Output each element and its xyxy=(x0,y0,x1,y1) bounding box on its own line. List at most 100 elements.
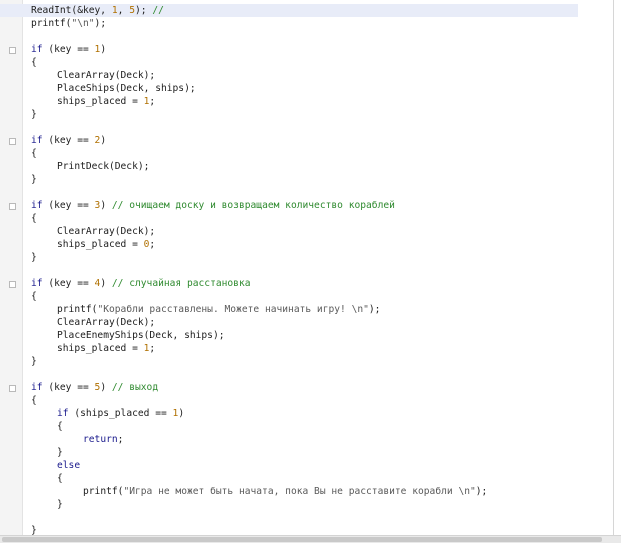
code-lines[interactable]: ReadInt(&key, 1, 5); //printf("\n"); if (… xyxy=(0,4,578,537)
code-line-content: ReadInt(&key, 1, 5); // xyxy=(31,4,164,17)
code-token: ); xyxy=(368,304,381,315)
code-line[interactable]: else xyxy=(0,459,578,472)
code-line[interactable]: { xyxy=(0,56,578,69)
code-token: (key == xyxy=(42,278,95,289)
code-line[interactable]: PrintDeck(Deck); xyxy=(0,160,578,173)
code-token: // случайная расстановка xyxy=(111,278,251,289)
code-line-content: if (ships_placed == 1) xyxy=(31,407,184,420)
code-line[interactable] xyxy=(0,121,578,134)
code-token: } xyxy=(57,447,63,458)
code-line[interactable] xyxy=(0,368,578,381)
code-token: { xyxy=(31,57,37,68)
code-token: if xyxy=(31,382,43,393)
code-line[interactable]: if (key == 1) xyxy=(0,43,578,56)
code-token: (key == xyxy=(42,382,95,393)
code-line[interactable] xyxy=(0,511,578,524)
code-line-content: if (key == 3) // очищаем доску и возвращ… xyxy=(31,199,395,212)
code-line[interactable] xyxy=(0,186,578,199)
code-line-content: PlaceShips(Deck, ships); xyxy=(31,82,196,95)
code-token: (key == xyxy=(42,200,95,211)
code-line-content: if (key == 2) xyxy=(31,134,106,147)
code-line-content: if (key == 5) // выход xyxy=(31,381,158,394)
code-line[interactable]: PlaceEnemyShips(Deck, ships); xyxy=(0,329,578,342)
code-line-content: } xyxy=(31,446,63,459)
code-line[interactable]: ClearArray(Deck); xyxy=(0,225,578,238)
code-token: "Корабли расставлены. Можете начинать иг… xyxy=(97,304,369,315)
code-token: if xyxy=(31,200,43,211)
code-line[interactable]: { xyxy=(0,394,578,407)
code-line-content: { xyxy=(31,212,37,225)
code-line-content: ships_placed = 1; xyxy=(31,95,155,108)
code-line[interactable]: { xyxy=(0,147,578,160)
code-line-content: ships_placed = 0; xyxy=(31,238,155,251)
code-token: ) xyxy=(100,200,112,211)
code-line[interactable]: } xyxy=(0,355,578,368)
fold-marker-icon[interactable] xyxy=(9,203,16,210)
code-token: { xyxy=(57,473,63,484)
fold-marker-icon[interactable] xyxy=(9,281,16,288)
code-line-content: printf("Игра не может быть начата, пока … xyxy=(31,485,487,498)
code-line[interactable]: } xyxy=(0,498,578,511)
code-line-content: } xyxy=(31,498,63,511)
code-line-content: PrintDeck(Deck); xyxy=(31,160,149,173)
code-token: if xyxy=(57,408,69,419)
code-token: } xyxy=(31,252,37,263)
code-line[interactable]: } xyxy=(0,173,578,186)
code-token: , xyxy=(117,5,130,16)
code-line-content: { xyxy=(31,394,37,407)
code-line-content: } xyxy=(31,108,37,121)
code-line-content: printf("\n"); xyxy=(31,17,106,30)
code-line[interactable] xyxy=(0,30,578,43)
code-line-content: ClearArray(Deck); xyxy=(31,316,155,329)
code-line[interactable]: printf("Корабли расставлены. Можете начи… xyxy=(0,303,578,316)
code-line-content: } xyxy=(31,173,37,186)
code-line[interactable]: return; xyxy=(0,433,578,446)
code-line[interactable]: printf("\n"); xyxy=(0,17,578,30)
code-line[interactable]: { xyxy=(0,290,578,303)
code-line-content: else xyxy=(31,459,80,472)
code-token: "\n" xyxy=(71,18,95,29)
code-token: ships_placed = xyxy=(57,343,144,354)
code-token: ) xyxy=(178,408,185,419)
code-token: } xyxy=(57,499,63,510)
code-line-content: { xyxy=(31,290,37,303)
code-line[interactable]: if (key == 4) // случайная расстановка xyxy=(0,277,578,290)
code-line[interactable]: ClearArray(Deck); xyxy=(0,69,578,82)
code-line[interactable]: ClearArray(Deck); xyxy=(0,316,578,329)
code-line[interactable]: { xyxy=(0,472,578,485)
code-line[interactable]: } xyxy=(0,251,578,264)
code-token: PrintDeck(Deck); xyxy=(57,161,150,172)
code-editor[interactable]: ReadInt(&key, 1, 5); //printf("\n"); if (… xyxy=(0,0,621,543)
code-line[interactable]: if (key == 3) // очищаем доску и возвращ… xyxy=(0,199,578,212)
code-line[interactable]: ships_placed = 0; xyxy=(0,238,578,251)
horizontal-scrollbar[interactable] xyxy=(0,535,621,543)
code-line[interactable]: } xyxy=(0,108,578,121)
code-line[interactable]: if (key == 2) xyxy=(0,134,578,147)
editor-right-margin xyxy=(613,0,614,535)
fold-marker-icon[interactable] xyxy=(9,47,16,54)
fold-marker-icon[interactable] xyxy=(9,138,16,145)
code-token: ) xyxy=(100,135,107,146)
code-line[interactable]: PlaceShips(Deck, ships); xyxy=(0,82,578,95)
code-line[interactable]: if (key == 5) // выход xyxy=(0,381,578,394)
code-token: ; xyxy=(149,239,156,250)
code-line[interactable]: if (ships_placed == 1) xyxy=(0,407,578,420)
code-line[interactable]: ReadInt(&key, 1, 5); // xyxy=(0,4,578,17)
code-line[interactable]: ships_placed = 1; xyxy=(0,95,578,108)
code-token: (key == xyxy=(42,44,95,55)
code-line[interactable]: { xyxy=(0,212,578,225)
code-line-content: } xyxy=(31,251,37,264)
code-line-content: ClearArray(Deck); xyxy=(31,69,155,82)
code-line[interactable]: } xyxy=(0,446,578,459)
code-token: { xyxy=(31,148,37,159)
code-token: ); xyxy=(135,5,153,16)
code-line[interactable] xyxy=(0,264,578,277)
code-line[interactable]: printf("Игра не может быть начата, пока … xyxy=(0,485,578,498)
fold-marker-icon[interactable] xyxy=(9,385,16,392)
code-token: if xyxy=(31,44,43,55)
code-token: ); xyxy=(94,18,107,29)
code-line[interactable]: ships_placed = 1; xyxy=(0,342,578,355)
code-token: ; xyxy=(117,434,124,445)
horizontal-scrollbar-thumb[interactable] xyxy=(2,537,602,542)
code-line[interactable]: { xyxy=(0,420,578,433)
